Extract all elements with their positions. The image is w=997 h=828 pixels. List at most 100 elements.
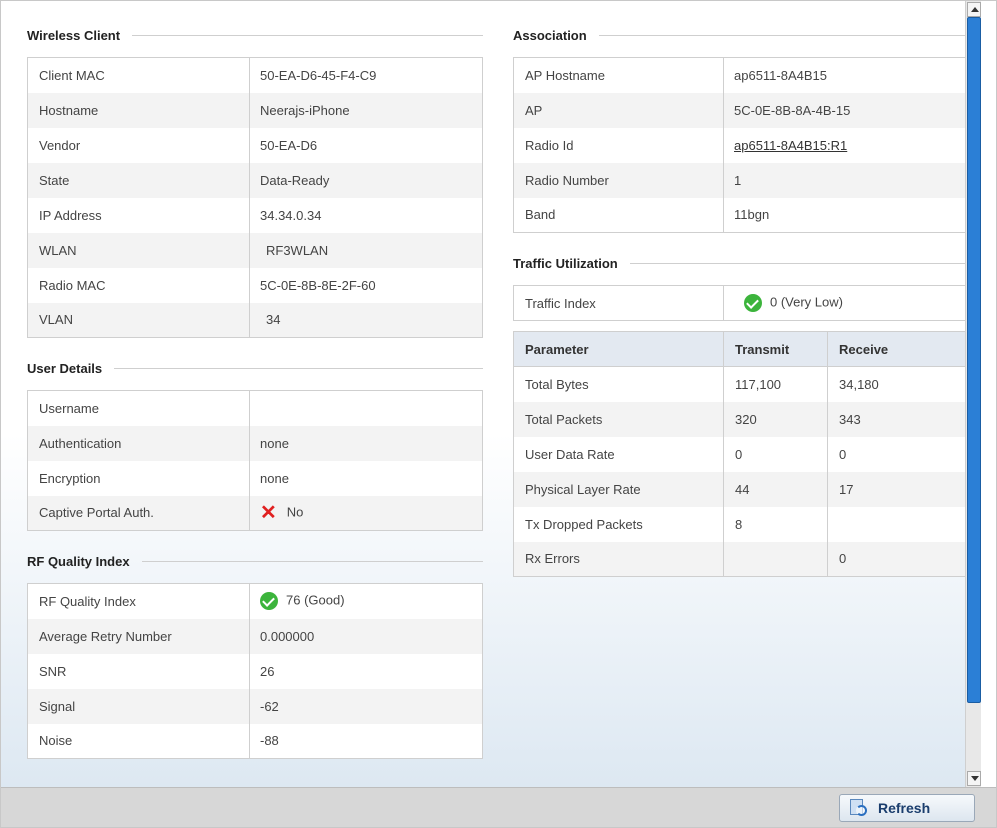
vertical-scrollbar[interactable] (965, 1, 981, 787)
table-row: Captive Portal Auth. ✕ No (27, 495, 483, 531)
divider (132, 34, 483, 36)
cell-receive: 17 (827, 471, 967, 507)
traffic-utilization-header: Traffic Utilization (513, 253, 967, 273)
cell-receive: 0 (827, 541, 967, 577)
row-value: 0 (Very Low) (724, 286, 967, 321)
cell-receive (827, 506, 967, 542)
cell-receive: 0 (827, 436, 967, 472)
refresh-label: Refresh (878, 800, 931, 816)
row-label: Traffic Index (513, 285, 724, 321)
row-value: 34.34.0.34 (260, 207, 322, 223)
row-value: Neerajs-iPhone (260, 102, 350, 118)
traffic-index-table: Traffic Index 0 (Very Low) (513, 285, 967, 321)
row-label: Signal (27, 688, 250, 724)
cell-parameter: Total Packets (513, 401, 724, 437)
row-label: Radio Number (513, 162, 724, 198)
cell-transmit: 320 (723, 401, 828, 437)
column-header-receive[interactable]: Receive (827, 331, 967, 367)
value-text: No (286, 504, 304, 520)
association-table: AP Hostname ap6511-8A4B15 AP 5C-0E-8B-8A-4… (513, 57, 967, 233)
table-row: WLAN RF3WLAN (27, 232, 483, 268)
table-row: Username (27, 390, 483, 426)
table-row: Traffic Index 0 (Very Low) (513, 285, 967, 321)
row-value: 76 (Good) (250, 584, 483, 619)
cell-parameter: Rx Errors (513, 541, 724, 577)
scroll-up-arrow-icon[interactable] (967, 2, 981, 17)
table-row: Radio Id ap6511-8A4B15:R1 (513, 127, 967, 163)
row-label: Vendor (27, 127, 250, 163)
table-row: State Data-Ready (27, 162, 483, 198)
section-title: User Details (27, 360, 103, 376)
refresh-button[interactable]: Refresh (839, 794, 975, 822)
cell-transmit: 8 (723, 506, 828, 542)
row-label: SNR (27, 653, 250, 689)
cell-transmit: 44 (723, 471, 828, 507)
table-row: User Data Rate 0 0 (513, 436, 967, 472)
section-title: Association (513, 27, 587, 43)
table-row: Hostname Neerajs-iPhone (27, 92, 483, 128)
table-row: Noise -88 (27, 723, 483, 759)
row-label: Captive Portal Auth. (27, 495, 250, 531)
table-row: SNR 26 (27, 653, 483, 689)
cell-receive: 343 (827, 401, 967, 437)
table-row: RF Quality Index 76 (Good) (27, 583, 483, 619)
table-row: Radio MAC 5C-0E-8B-8E-2F-60 (27, 267, 483, 303)
section-title: Wireless Client (27, 27, 121, 43)
row-label: Average Retry Number (27, 618, 250, 654)
row-label: Encryption (27, 460, 250, 496)
table-row: Radio Number 1 (513, 162, 967, 198)
table-row: Tx Dropped Packets 8 (513, 506, 967, 542)
footer-bar: Refresh (1, 787, 996, 827)
table-row: Vendor 50-EA-D6 (27, 127, 483, 163)
value-text: 0 (Very Low) (770, 294, 843, 310)
row-label: Hostname (27, 92, 250, 128)
row-value: none (260, 470, 289, 486)
table-row: Rx Errors 0 (513, 541, 967, 577)
row-label: Username (27, 390, 250, 426)
row-label: IP Address (27, 197, 250, 233)
row-label: Band (513, 197, 724, 233)
radio-id-link[interactable]: ap6511-8A4B15:R1 (734, 138, 847, 153)
table-row: Band 11bgn (513, 197, 967, 233)
scroll-down-arrow-icon[interactable] (967, 771, 981, 786)
row-value: -88 (260, 733, 279, 749)
cell-parameter: User Data Rate (513, 436, 724, 472)
association-header: Association (513, 25, 967, 45)
column-header-transmit[interactable]: Transmit (723, 331, 828, 367)
rf-quality-header: RF Quality Index (27, 551, 483, 571)
row-value: 0.000000 (260, 628, 315, 644)
value-text: 76 (Good) (286, 592, 345, 608)
cell-transmit: 117,100 (723, 366, 828, 402)
table-row: AP Hostname ap6511-8A4B15 (513, 57, 967, 93)
right-column: Association AP Hostname ap6511-8A4B15 AP 5… (513, 1, 967, 577)
row-value: ✕ No (250, 496, 483, 531)
section-title: RF Quality Index (27, 553, 130, 569)
section-title: Traffic Utilization (513, 255, 618, 271)
row-value: 26 (260, 663, 275, 679)
cell-parameter: Physical Layer Rate (513, 471, 724, 507)
client-details-window: Wireless Client Client MAC 50-EA-D6-45-F4… (0, 0, 997, 828)
traffic-table: Parameter Transmit Receive Total Bytes 11… (513, 331, 967, 577)
column-header-parameter[interactable]: Parameter (513, 331, 724, 367)
check-circle-icon (744, 294, 762, 312)
cell-parameter: Tx Dropped Packets (513, 506, 724, 542)
rf-quality-table: RF Quality Index 76 (Good) Average Retry … (27, 583, 483, 759)
cell-transmit: 0 (723, 436, 828, 472)
row-value: 50-EA-D6 (260, 137, 318, 153)
row-value: 1 (734, 172, 742, 188)
row-value: -62 (260, 698, 279, 714)
row-value: RF3WLAN (266, 242, 329, 258)
divider (114, 367, 483, 369)
table-header-row: Parameter Transmit Receive (513, 331, 967, 367)
user-details-header: User Details (27, 358, 483, 378)
table-row: Physical Layer Rate 44 17 (513, 471, 967, 507)
row-label: AP (513, 92, 724, 128)
scroll-thumb[interactable] (967, 17, 981, 703)
content-panel: Wireless Client Client MAC 50-EA-D6-45-F4… (1, 1, 981, 787)
x-mark-icon: ✕ (260, 501, 277, 524)
row-label: Client MAC (27, 57, 250, 93)
cell-parameter: Total Bytes (513, 366, 724, 402)
table-row: Signal -62 (27, 688, 483, 724)
row-value: 34 (266, 312, 281, 328)
row-value: 11bgn (734, 207, 770, 223)
